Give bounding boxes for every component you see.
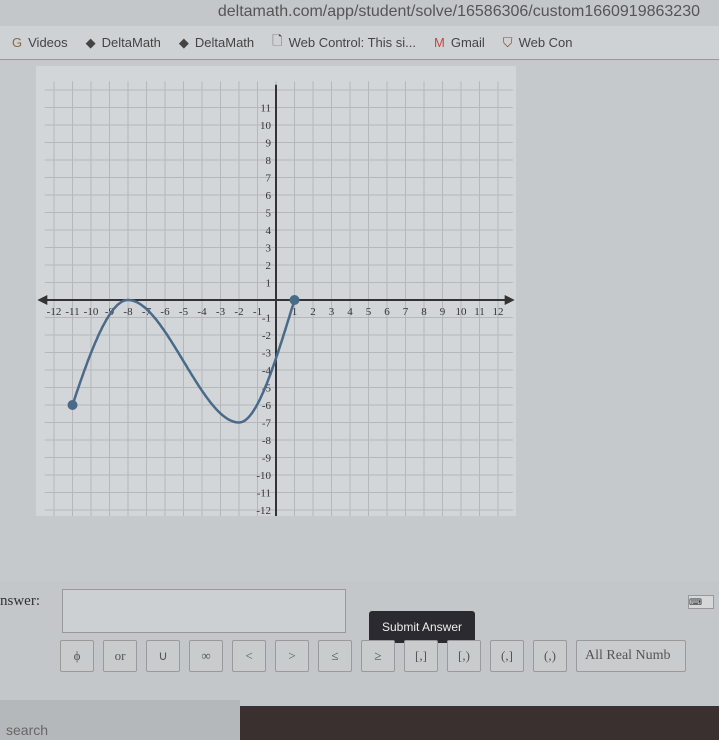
x-tick-label: 3 bbox=[329, 306, 335, 318]
symbol-button-9[interactable]: [,) bbox=[447, 640, 481, 672]
symbol-button-1[interactable]: or bbox=[103, 640, 137, 672]
deltamath-icon: ◆ bbox=[85, 34, 96, 50]
symbol-button-10[interactable]: (,] bbox=[490, 640, 524, 672]
symbol-button-8[interactable]: [,] bbox=[404, 640, 438, 672]
x-tick-label: -3 bbox=[216, 306, 226, 318]
y-tick-label: -6 bbox=[262, 400, 272, 412]
x-tick-label: -12 bbox=[47, 306, 62, 318]
bookmark-5[interactable]: ⛉ Web Con bbox=[503, 35, 573, 51]
bookmark-1[interactable]: ◆ DeltaMath bbox=[86, 35, 161, 51]
x-tick-label: -6 bbox=[160, 306, 170, 318]
x-tick-label: 11 bbox=[474, 306, 485, 318]
bookmark-label: DeltaMath bbox=[101, 35, 161, 50]
bookmark-label: DeltaMath bbox=[194, 35, 255, 50]
symbol-button-11[interactable]: (,) bbox=[533, 640, 567, 672]
symbol-button-3[interactable]: ∞ bbox=[189, 640, 223, 672]
symbol-button-2[interactable]: ∪ bbox=[146, 640, 180, 672]
taskbar bbox=[240, 706, 719, 740]
x-tick-label: 12 bbox=[493, 306, 504, 318]
closed-endpoint bbox=[67, 400, 78, 410]
x-tick-label: -10 bbox=[84, 306, 99, 318]
gmail-icon: M bbox=[434, 35, 445, 50]
x-tick-label: 5 bbox=[366, 306, 372, 318]
x-tick-label: -2 bbox=[234, 306, 243, 318]
bookmark-label: Web Control: This si... bbox=[288, 35, 416, 50]
document-icon: 🗋 bbox=[272, 32, 283, 48]
submit-answer-button[interactable]: Submit Answer bbox=[369, 611, 475, 643]
x-tick-label: -5 bbox=[179, 306, 189, 318]
y-tick-label: 4 bbox=[266, 225, 272, 237]
closed-endpoint bbox=[289, 295, 300, 305]
x-tick-label: 9 bbox=[440, 306, 446, 318]
x-tick-label: 8 bbox=[421, 306, 427, 318]
y-tick-label: -3 bbox=[262, 348, 272, 360]
bookmark-3[interactable]: 🗋 Web Control: This si... bbox=[272, 32, 416, 54]
x-tick-label: 6 bbox=[384, 306, 390, 318]
x-tick-label: 7 bbox=[403, 306, 409, 318]
symbol-button-4[interactable]: < bbox=[232, 640, 266, 672]
answer-row: nswer: Submit Answer ⌨ bbox=[0, 585, 719, 645]
bookmark-0[interactable]: G Videos bbox=[12, 35, 68, 50]
symbol-button-7[interactable]: ≥ bbox=[361, 640, 395, 672]
x-tick-label: -1 bbox=[253, 306, 262, 318]
y-tick-label: -12 bbox=[256, 505, 271, 516]
y-tick-label: 9 bbox=[266, 138, 272, 150]
symbol-toolbar: ϕ or ∪ ∞ < > ≤ ≥ [,] [,) (,] (,) All Real Numb bbox=[60, 640, 686, 672]
bookmarks-bar: G Videos ◆ DeltaMath ◆ DeltaMath 🗋 Web Control:… bbox=[0, 26, 719, 60]
y-tick-label: -9 bbox=[262, 453, 272, 465]
bookmark-label: Gmail bbox=[450, 35, 485, 50]
y-tick-label: 2 bbox=[266, 260, 272, 272]
x-tick-label: -8 bbox=[123, 306, 133, 318]
bookmark-label: Web Con bbox=[518, 35, 573, 50]
x-tick-label: -4 bbox=[197, 306, 207, 318]
y-tick-label: 7 bbox=[266, 173, 272, 185]
x-tick-label: 10 bbox=[456, 306, 468, 318]
y-tick-label: -1 bbox=[262, 313, 271, 325]
address-bar-url[interactable]: deltamath.com/app/student/solve/16586306… bbox=[0, 3, 700, 21]
y-tick-label: 10 bbox=[260, 120, 272, 132]
search-label: search bbox=[6, 722, 49, 738]
y-tick-label: 3 bbox=[266, 243, 272, 255]
symbol-button-6[interactable]: ≤ bbox=[318, 640, 352, 672]
deltamath-icon: ◆ bbox=[178, 34, 189, 50]
symbol-button-12[interactable]: All Real Numb bbox=[576, 640, 686, 672]
shield-icon: ⛉ bbox=[502, 34, 513, 50]
y-tick-label: -8 bbox=[262, 435, 272, 447]
answer-input[interactable] bbox=[62, 589, 346, 633]
x-tick-label: 2 bbox=[310, 306, 316, 318]
symbol-button-0[interactable]: ϕ bbox=[60, 640, 94, 672]
bookmark-4[interactable]: M Gmail bbox=[434, 35, 485, 50]
y-tick-label: 11 bbox=[260, 103, 271, 115]
y-tick-label: -10 bbox=[256, 470, 271, 482]
y-tick-label: 6 bbox=[266, 190, 272, 202]
google-icon: G bbox=[12, 35, 23, 50]
y-tick-label: -7 bbox=[262, 418, 272, 430]
keyboard-icon[interactable]: ⌨ bbox=[688, 595, 714, 609]
y-tick-label: 1 bbox=[266, 278, 272, 290]
function-graph: -12 -11 -10 -9 -8 -7 -6 -5 -4 -3 -2 -1 1 2 3 4 5 6 7 8 9 10 11… bbox=[36, 66, 516, 516]
bookmark-label: Videos bbox=[28, 35, 68, 50]
x-tick-label: -11 bbox=[65, 306, 79, 318]
bookmark-2[interactable]: ◆ DeltaMath bbox=[179, 35, 254, 51]
x-tick-label: 4 bbox=[347, 306, 353, 318]
symbol-button-5[interactable]: > bbox=[275, 640, 309, 672]
y-tick-label: -2 bbox=[262, 330, 271, 342]
y-tick-label: 5 bbox=[266, 208, 272, 220]
answer-label: nswer: bbox=[0, 593, 40, 609]
y-tick-label: 8 bbox=[266, 155, 272, 167]
y-tick-label: -11 bbox=[257, 488, 271, 500]
